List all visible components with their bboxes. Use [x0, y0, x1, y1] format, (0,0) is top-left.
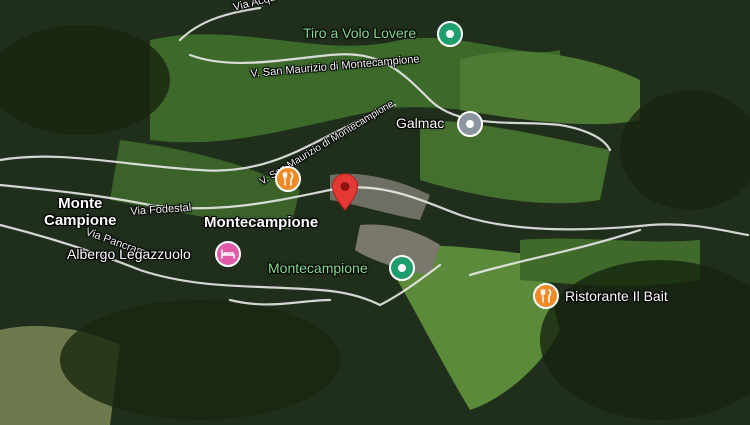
- poi-label[interactable]: Ristorante Il Bait: [565, 288, 668, 304]
- park-icon[interactable]: [389, 255, 415, 281]
- restaurant-icon[interactable]: [275, 166, 301, 192]
- poi-label[interactable]: Tiro a Volo Lovere: [303, 25, 416, 41]
- map-pin-icon[interactable]: [331, 173, 359, 211]
- poi-label[interactable]: Montecampione: [268, 260, 368, 276]
- park-icon[interactable]: [437, 21, 463, 47]
- restaurant-icon[interactable]: [533, 283, 559, 309]
- poi-label[interactable]: Albergo Legazzuolo: [67, 246, 191, 262]
- hotel-icon[interactable]: [215, 241, 241, 267]
- place-icon[interactable]: [457, 111, 483, 137]
- place-label-montecampione: Montecampione: [204, 214, 319, 231]
- map-view[interactable]: Via Acqu V. San Maurizio di Montecampion…: [0, 0, 750, 425]
- poi-label[interactable]: Galmac: [396, 115, 444, 131]
- place-label-monte-campione: Monte Campione: [44, 195, 117, 229]
